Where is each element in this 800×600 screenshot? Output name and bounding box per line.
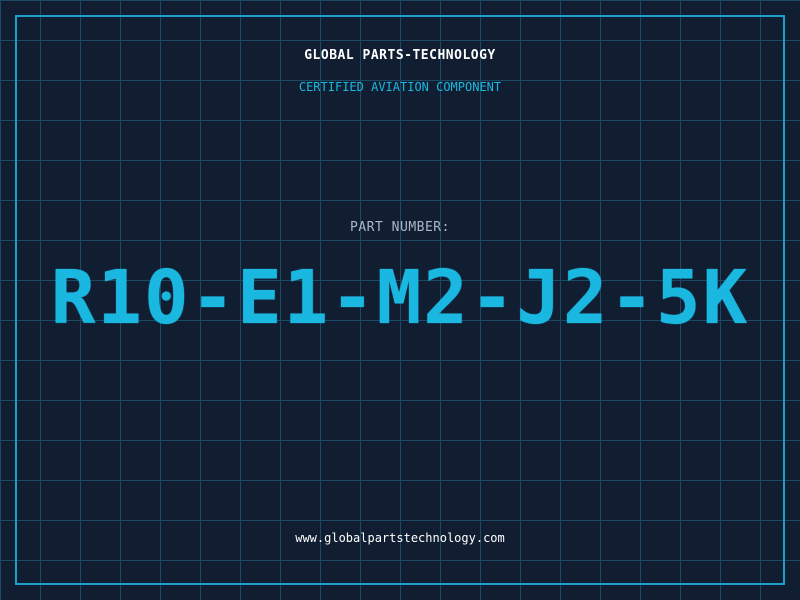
part-number-value: R10-E1-M2-J2-5K (50, 255, 750, 341)
part-card: GLOBAL PARTS-TECHNOLOGY CERTIFIED AVIATI… (0, 0, 800, 600)
website-link[interactable]: www.globalpartstechnology.com (0, 531, 800, 545)
part-number-label: PART NUMBER: (350, 220, 450, 235)
tagline: CERTIFIED AVIATION COMPONENT (298, 80, 502, 94)
company-name: GLOBAL PARTS-TECHNOLOGY (304, 48, 496, 63)
